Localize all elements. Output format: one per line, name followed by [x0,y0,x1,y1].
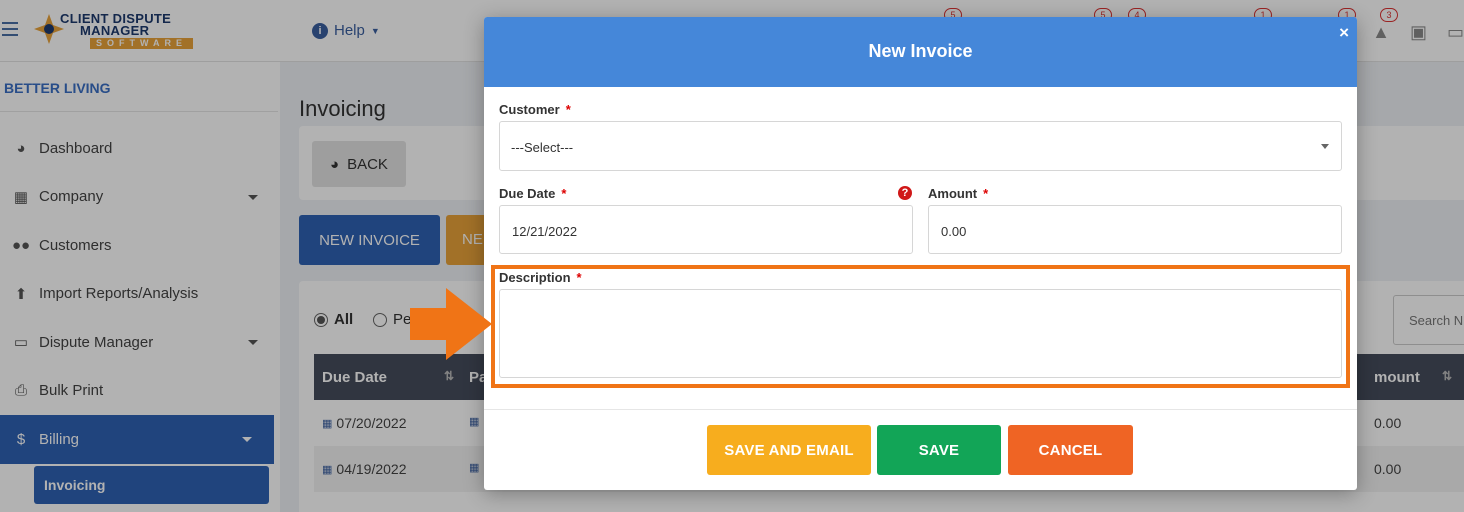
cancel-button[interactable]: CANCEL [1008,425,1133,475]
amount-label-text: Amount [928,186,978,201]
arrow-right-icon [410,288,492,360]
amount-value: 0.00 [941,224,967,239]
customer-label: Customer * [499,102,571,117]
new-invoice-modal: New Invoice × Customer * ---Select--- Due… [484,17,1357,490]
required-marker: * [983,186,989,201]
due-date-label: Due Date * [499,186,566,201]
save-button[interactable]: SAVE [877,425,1001,475]
question-icon[interactable]: ? [898,186,912,200]
save-and-email-button[interactable]: SAVE AND EMAIL [707,425,871,475]
required-marker: * [565,102,571,117]
due-date-label-text: Due Date [499,186,556,201]
due-date-value: 12/21/2022 [512,224,578,239]
modal-footer-divider [484,409,1357,410]
modal-header: New Invoice × [484,17,1357,87]
highlight-box [491,265,1350,388]
customer-label-text: Customer [499,102,560,117]
chevron-down-icon [1321,144,1329,149]
close-icon[interactable]: × [1339,23,1349,43]
customer-select[interactable]: ---Select--- [499,121,1342,171]
due-date-field[interactable]: 12/21/2022 [499,205,913,254]
required-marker: * [561,186,567,201]
amount-field[interactable]: 0.00 [928,205,1342,254]
customer-select-value: ---Select--- [511,140,574,155]
amount-label: Amount * [928,186,988,201]
modal-title: New Invoice [868,41,973,61]
